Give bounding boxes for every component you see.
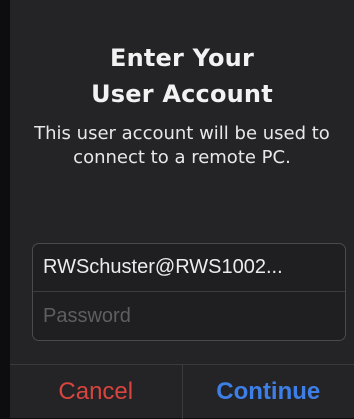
username-field[interactable]: RWSchuster@RWS1002... bbox=[33, 244, 345, 292]
dialog-title-line1: Enter Your bbox=[10, 40, 354, 76]
dialog-buttons: Cancel Continue bbox=[10, 364, 354, 419]
dialog-message: This user account will be used to connec… bbox=[24, 122, 340, 170]
dialog-title: Enter Your User Account bbox=[10, 40, 354, 112]
user-account-dialog: Enter Your User Account This user accoun… bbox=[10, 0, 354, 418]
password-field[interactable]: Password bbox=[33, 292, 345, 340]
cancel-button[interactable]: Cancel bbox=[10, 365, 183, 419]
continue-button[interactable]: Continue bbox=[183, 365, 354, 419]
dialog-title-line2: User Account bbox=[10, 76, 354, 112]
credential-fields: RWSchuster@RWS1002... Password bbox=[32, 243, 346, 341]
